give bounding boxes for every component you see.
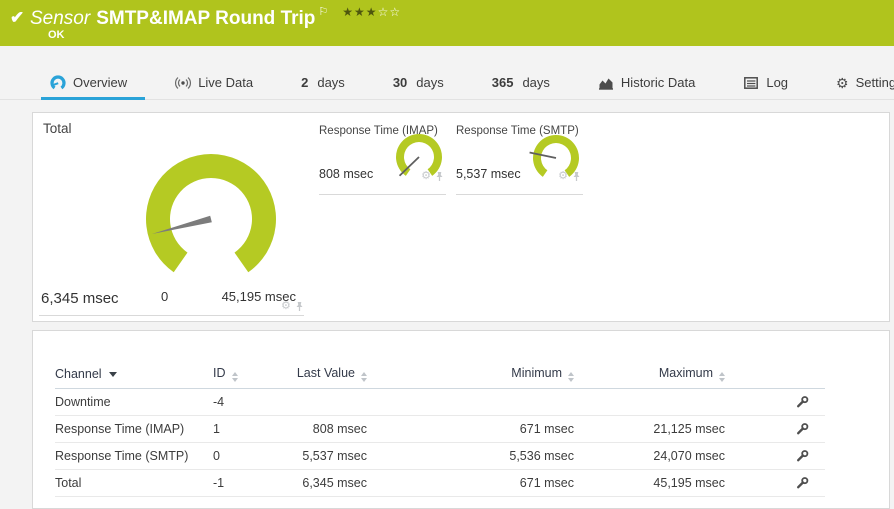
mini-gauge-value: 808 msec bbox=[319, 167, 374, 181]
sort-icon bbox=[231, 372, 238, 383]
total-block-divider bbox=[39, 315, 304, 316]
tab-label-number: 365 bbox=[491, 75, 514, 90]
column-header-id[interactable]: ID bbox=[213, 361, 273, 389]
gauge-icon bbox=[50, 74, 66, 89]
total-gauge bbox=[146, 154, 276, 273]
tab-label: Settings bbox=[855, 75, 894, 90]
pin-icon[interactable] bbox=[295, 301, 304, 312]
table-row-response-time-imap: Response Time (IMAP) 1 808 msec 671 msec… bbox=[55, 415, 825, 443]
tab-label: days bbox=[317, 75, 345, 90]
mini-gauge-block-smtp: Response Time (SMTP) 5,537 msec ⚙ bbox=[456, 123, 583, 195]
gear-icon[interactable]: ⚙ bbox=[558, 171, 568, 182]
historic-data-icon bbox=[598, 78, 613, 90]
channel-last-value: 808 msec bbox=[273, 415, 367, 443]
tab-log[interactable]: Log bbox=[741, 66, 790, 100]
tab-settings[interactable]: ⚙ Settings bbox=[834, 66, 894, 100]
channel-settings-wrench-icon[interactable] bbox=[795, 395, 809, 409]
status-badge: OK bbox=[48, 29, 65, 41]
channel-id: 1 bbox=[213, 415, 273, 443]
table-row-downtime: Downtime -4 bbox=[55, 388, 825, 416]
mini-block-divider bbox=[319, 194, 446, 195]
log-icon bbox=[744, 76, 759, 89]
column-header-maximum[interactable]: Maximum bbox=[574, 361, 725, 389]
channel-last-value bbox=[273, 388, 367, 416]
tab-historic-data[interactable]: Historic Data bbox=[596, 66, 697, 100]
total-gauge-min-label: 0 bbox=[161, 289, 169, 304]
total-gauge-title: Total bbox=[43, 121, 72, 136]
channel-minimum: 671 msec bbox=[367, 469, 574, 497]
gear-icon[interactable]: ⚙ bbox=[421, 171, 431, 182]
tab-label: Log bbox=[766, 75, 789, 90]
sort-icon bbox=[361, 372, 367, 383]
sort-desc-icon bbox=[108, 372, 117, 378]
mini-block-divider bbox=[456, 194, 583, 195]
column-header-minimum[interactable]: Minimum bbox=[367, 361, 574, 389]
sensor-title: Sensor SMTP&IMAP Round Trip ⚐ ★★★☆☆ bbox=[30, 5, 401, 30]
tab-label: days bbox=[416, 75, 444, 90]
channel-table: Channel ID Last Value Minimum Maximum Do… bbox=[55, 361, 825, 497]
channel-last-value: 6,345 msec bbox=[273, 469, 367, 497]
tab-label: Historic Data bbox=[620, 75, 696, 90]
tab-overview[interactable]: Overview bbox=[40, 66, 146, 100]
mini-gauge-tools: ⚙ bbox=[421, 171, 444, 182]
table-row-total: Total -1 6,345 msec 671 msec 45,195 msec bbox=[55, 469, 825, 497]
channel-last-value: 5,537 msec bbox=[273, 442, 367, 470]
mini-gauge-value: 5,537 msec bbox=[456, 167, 521, 181]
channel-settings-wrench-icon[interactable] bbox=[795, 422, 809, 436]
total-gauge-value: 6,345 msec bbox=[41, 290, 119, 307]
tab-365-days[interactable]: 365 days bbox=[490, 66, 552, 100]
overview-gauges-panel: Total 6,345 msec 0 45,195 msec ⚙ Respons… bbox=[32, 112, 890, 322]
pin-icon[interactable] bbox=[435, 171, 444, 182]
live-data-icon bbox=[175, 76, 192, 89]
stars-filled: ★★★ bbox=[342, 5, 378, 19]
channel-table-header-row: Channel ID Last Value Minimum Maximum bbox=[55, 361, 825, 389]
channel-name: Total bbox=[55, 469, 213, 497]
tab-live-data[interactable]: Live Data bbox=[173, 66, 255, 100]
channel-maximum: 21,125 msec bbox=[574, 415, 725, 443]
channel-minimum: 5,536 msec bbox=[367, 442, 574, 470]
channel-settings-wrench-icon[interactable] bbox=[795, 476, 809, 490]
tab-label: days bbox=[522, 75, 550, 90]
gear-icon: ⚙ bbox=[836, 74, 849, 91]
sort-icon bbox=[568, 372, 574, 383]
column-header-channel[interactable]: Channel bbox=[55, 361, 213, 389]
sensor-type-label: Sensor bbox=[30, 8, 91, 29]
mini-gauge-block-imap: Response Time (IMAP) 808 msec ⚙ bbox=[319, 123, 446, 195]
channel-id: -1 bbox=[213, 469, 273, 497]
channel-maximum bbox=[574, 388, 725, 416]
pin-icon[interactable] bbox=[572, 171, 581, 182]
tab-label: Overview bbox=[73, 75, 128, 90]
channel-maximum: 45,195 msec bbox=[574, 469, 725, 497]
channel-name: Response Time (SMTP) bbox=[55, 442, 213, 470]
channel-settings-wrench-icon[interactable] bbox=[795, 449, 809, 463]
column-header-last-value[interactable]: Last Value bbox=[273, 361, 367, 389]
channel-minimum: 671 msec bbox=[367, 415, 574, 443]
tab-label-number: 2 bbox=[301, 75, 309, 90]
channel-minimum bbox=[367, 388, 574, 416]
table-row-response-time-smtp: Response Time (SMTP) 0 5,537 msec 5,536 … bbox=[55, 442, 825, 470]
status-ok-check-icon: ✔ bbox=[10, 8, 25, 27]
channel-name: Downtime bbox=[55, 388, 213, 416]
gear-icon[interactable]: ⚙ bbox=[281, 301, 291, 312]
stars-empty: ☆☆ bbox=[377, 5, 402, 19]
column-header-actions bbox=[725, 361, 825, 389]
channel-maximum: 24,070 msec bbox=[574, 442, 725, 470]
tab-label-number: 30 bbox=[392, 75, 408, 90]
channel-id: -4 bbox=[213, 388, 273, 416]
priority-stars[interactable]: ★★★☆☆ bbox=[342, 5, 401, 19]
tab-label: Live Data bbox=[198, 75, 254, 90]
channel-name: Response Time (IMAP) bbox=[55, 415, 213, 443]
tab-bar: Overview Live Data 2 days 30 days 365 days … bbox=[0, 66, 894, 100]
mini-gauge-tools: ⚙ bbox=[558, 171, 581, 182]
flag-icon[interactable]: ⚐ bbox=[318, 6, 328, 18]
sort-icon bbox=[719, 372, 725, 383]
sensor-name: SMTP&IMAP Round Trip bbox=[96, 8, 316, 29]
tab-2-days[interactable]: 2 days bbox=[299, 66, 347, 100]
sensor-header: ✔ Sensor SMTP&IMAP Round Trip ⚐ ★★★☆☆ OK bbox=[0, 0, 894, 46]
total-gauge-tools: ⚙ bbox=[281, 301, 304, 312]
channel-table-panel: Channel ID Last Value Minimum Maximum Do… bbox=[32, 330, 890, 509]
channel-id: 0 bbox=[213, 442, 273, 470]
total-gauge-max-label: 45,195 msec bbox=[221, 289, 296, 304]
tab-30-days[interactable]: 30 days bbox=[391, 66, 446, 100]
